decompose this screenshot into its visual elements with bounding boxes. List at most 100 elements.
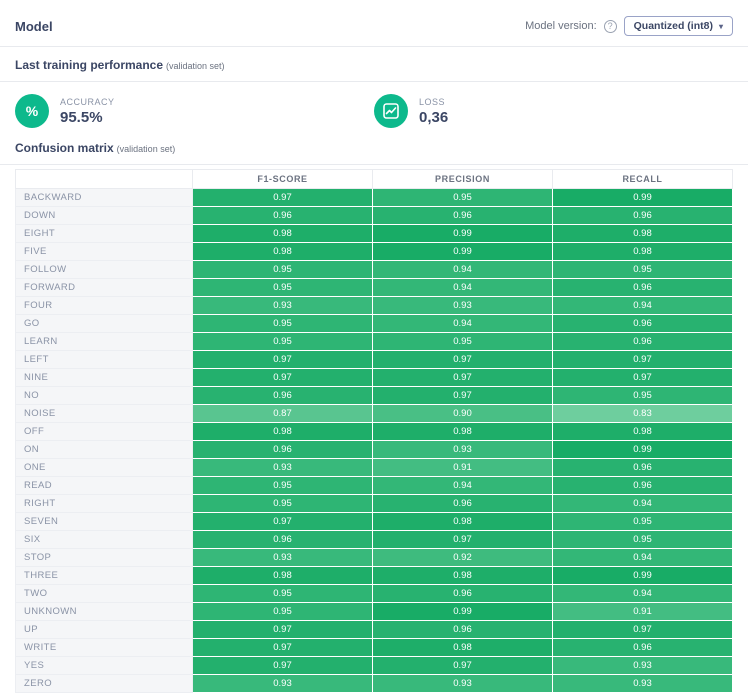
- accuracy-label: ACCURACY: [60, 96, 115, 107]
- matrix-cell: 0.93: [192, 296, 373, 315]
- matrix-cell: 0.93: [372, 440, 553, 459]
- matrix-cell: 0.93: [552, 674, 733, 693]
- matrix-cell: 0.93: [372, 296, 553, 315]
- matrix-cell: 0.94: [552, 296, 733, 315]
- table-row: UNKNOWN 0.95 0.99 0.91: [15, 602, 733, 621]
- matrix-cell: 0.95: [552, 512, 733, 531]
- row-label: ZERO: [15, 674, 193, 693]
- matrix-cell: 0.97: [372, 386, 553, 405]
- matrix-cell: 0.99: [372, 224, 553, 243]
- matrix-cell: 0.97: [372, 368, 553, 387]
- matrix-cell: 0.94: [552, 584, 733, 603]
- matrix-cell: 0.96: [192, 530, 373, 549]
- row-label: EIGHT: [15, 224, 193, 243]
- table-row: ONE 0.93 0.91 0.96: [15, 458, 733, 477]
- row-label: BACKWARD: [15, 188, 193, 207]
- row-label: NO: [15, 386, 193, 405]
- row-label: SIX: [15, 530, 193, 549]
- matrix-cell: 0.96: [552, 458, 733, 477]
- matrix-cell: 0.98: [372, 566, 553, 585]
- matrix-cell: 0.95: [192, 602, 373, 621]
- row-label: SEVEN: [15, 512, 193, 531]
- matrix-cell: 0.95: [192, 314, 373, 333]
- table-row: ON 0.96 0.93 0.99: [15, 440, 733, 459]
- table-row: WRITE 0.97 0.98 0.96: [15, 638, 733, 657]
- row-label: TWO: [15, 584, 193, 603]
- matrix-cell: 0.96: [552, 476, 733, 495]
- help-icon[interactable]: ?: [603, 19, 617, 33]
- matrix-cell: 0.93: [192, 548, 373, 567]
- table-row: FORWARD 0.95 0.94 0.96: [15, 278, 733, 297]
- row-label: RIGHT: [15, 494, 193, 513]
- matrix-cell: 0.97: [192, 656, 373, 675]
- matrix-cell: 0.98: [552, 422, 733, 441]
- chevron-down-icon: ▾: [718, 21, 723, 31]
- page-header: Model Model version: ? Quantized (int8) …: [15, 8, 733, 46]
- row-label: FOLLOW: [15, 260, 193, 279]
- matrix-cell: 0.94: [372, 260, 553, 279]
- confusion-table: F1-SCORE PRECISION RECALL BACKWARD 0.97 0.95…: [15, 169, 733, 693]
- loss-chart-icon: [374, 94, 408, 128]
- divider: [0, 81, 748, 82]
- row-label: LEARN: [15, 332, 193, 351]
- matrix-cell: 0.95: [192, 494, 373, 513]
- matrix-cell: 0.96: [372, 206, 553, 225]
- corner-cell: [15, 169, 193, 189]
- loss-metric: LOSS 0,36: [374, 94, 733, 128]
- matrix-cell: 0.93: [372, 674, 553, 693]
- matrix-cell: 0.95: [372, 188, 553, 207]
- matrix-cell: 0.97: [552, 368, 733, 387]
- performance-section-title: Last training performance (validation set…: [15, 58, 733, 72]
- table-row: LEFT 0.97 0.97 0.97: [15, 350, 733, 369]
- matrix-cell: 0.97: [192, 638, 373, 657]
- matrix-cell: 0.95: [192, 584, 373, 603]
- matrix-cell: 0.91: [552, 602, 733, 621]
- row-label: UNKNOWN: [15, 602, 193, 621]
- matrix-cell: 0.99: [552, 188, 733, 207]
- matrix-cell: 0.95: [192, 332, 373, 351]
- matrix-cell: 0.83: [552, 404, 733, 423]
- matrix-cell: 0.92: [372, 548, 553, 567]
- matrix-cell: 0.96: [552, 638, 733, 657]
- matrix-cell: 0.97: [192, 188, 373, 207]
- matrix-cell: 0.94: [552, 494, 733, 513]
- table-row: DOWN 0.96 0.96 0.96: [15, 206, 733, 225]
- matrix-cell: 0.98: [192, 422, 373, 441]
- matrix-cell: 0.94: [372, 314, 553, 333]
- matrix-cell: 0.99: [552, 440, 733, 459]
- matrix-cell: 0.98: [552, 242, 733, 261]
- matrix-cell: 0.98: [552, 224, 733, 243]
- matrix-cell: 0.94: [372, 278, 553, 297]
- matrix-cell: 0.93: [192, 674, 373, 693]
- matrix-cell: 0.96: [552, 278, 733, 297]
- table-row: OFF 0.98 0.98 0.98: [15, 422, 733, 441]
- matrix-cell: 0.87: [192, 404, 373, 423]
- matrix-cell: 0.98: [192, 566, 373, 585]
- table-row: SIX 0.96 0.97 0.95: [15, 530, 733, 549]
- matrix-cell: 0.97: [192, 512, 373, 531]
- column-header: RECALL: [552, 169, 733, 189]
- accuracy-value: 95.5%: [60, 108, 103, 126]
- model-version-dropdown[interactable]: Quantized (int8) ▾: [623, 16, 733, 36]
- confusion-table-body: BACKWARD 0.97 0.95 0.99 DOWN 0.96 0.96 0.96 EIGH…: [15, 188, 733, 693]
- row-label: FOUR: [15, 296, 193, 315]
- confusion-section-title: Confusion matrix (validation set): [15, 141, 733, 155]
- matrix-cell: 0.99: [372, 602, 553, 621]
- matrix-cell: 0.99: [372, 242, 553, 261]
- matrix-cell: 0.91: [372, 458, 553, 477]
- row-label: LEFT: [15, 350, 193, 369]
- column-header: PRECISION: [372, 169, 553, 189]
- matrix-cell: 0.98: [372, 638, 553, 657]
- table-row: SEVEN 0.97 0.98 0.95: [15, 512, 733, 531]
- model-version-group: Model version: ? Quantized (int8) ▾: [525, 16, 733, 36]
- matrix-cell: 0.93: [552, 656, 733, 675]
- matrix-cell: 0.95: [372, 332, 553, 351]
- confusion-title-suffix: (validation set): [116, 144, 176, 154]
- matrix-cell: 0.96: [192, 386, 373, 405]
- matrix-cell: 0.97: [372, 530, 553, 549]
- model-version-label: Model version:: [525, 20, 597, 32]
- row-label: DOWN: [15, 206, 193, 225]
- matrix-cell: 0.94: [552, 548, 733, 567]
- confusion-title-text: Confusion matrix: [15, 141, 114, 155]
- table-row: FIVE 0.98 0.99 0.98: [15, 242, 733, 261]
